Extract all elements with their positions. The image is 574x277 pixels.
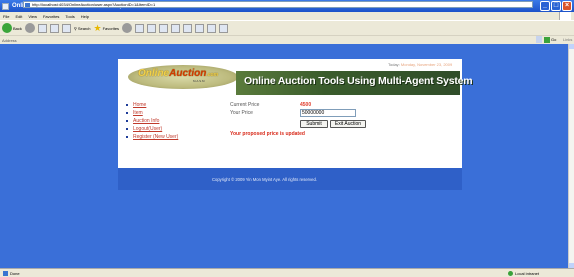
scroll-up-icon[interactable] [569, 44, 574, 49]
bullet-icon [126, 120, 128, 122]
nav-home-label: Home [133, 102, 147, 108]
page-header: Today: Monday, November 23, 2009 OnlineA… [118, 59, 473, 96]
minimize-button[interactable]: _ [540, 1, 550, 11]
ie-app-icon [2, 2, 9, 10]
address-url: http://localhost:4034/OnlineAuction/user… [32, 2, 156, 7]
edit-icon[interactable] [171, 23, 181, 33]
favorites-label: Favorites [102, 25, 120, 31]
menu-view[interactable]: View [28, 14, 37, 19]
logo-subtext: M.A.S.M [193, 79, 205, 83]
nav-item[interactable]: Item [126, 110, 143, 116]
exit-auction-button[interactable]: Exit Auction [330, 120, 366, 128]
status-zone-label: Local intranet [515, 271, 540, 276]
home-icon[interactable] [61, 23, 71, 33]
ie-page-icon [3, 271, 8, 276]
nav-logout-label: Logout(User) [133, 126, 163, 132]
back-button[interactable]: Back [2, 23, 22, 33]
history-icon[interactable] [135, 23, 145, 33]
today-label: Today: [388, 62, 400, 67]
print-icon[interactable] [159, 23, 169, 33]
messenger-icon[interactable] [207, 23, 217, 33]
tools-icon[interactable] [219, 23, 229, 33]
your-price-input[interactable] [300, 109, 356, 117]
go-arrow-icon [544, 36, 550, 43]
bullet-icon [126, 136, 128, 138]
nav-auction-info-label: Auction Info [133, 118, 160, 124]
menu-bar: File Edit View Favorites Tools Help [0, 12, 574, 20]
intranet-globe-icon [508, 271, 513, 276]
favorites-button[interactable]: ★ Favorites [93, 22, 120, 33]
logo-word-online: Online [138, 68, 170, 79]
site-banner: Online Auction Tools Using Multi-Agent S… [236, 71, 473, 95]
windows-flag-icon [559, 12, 571, 20]
media-icon[interactable] [122, 23, 133, 33]
bid-panel: Current Price 4500 Your Price Submit Exi… [210, 96, 462, 168]
go-button[interactable]: Go [544, 36, 562, 43]
today-date: Today: Monday, November 23, 2009 [388, 62, 452, 67]
menu-edit[interactable]: Edit [15, 14, 22, 19]
address-dropdown-icon[interactable] [536, 36, 542, 43]
page-viewport: Today: Monday, November 23, 2009 OnlineA… [0, 44, 574, 268]
status-bar: Done Local intranet [0, 268, 574, 277]
browser-toolbar: Back ⚲ Search ★ Favorites [0, 20, 574, 35]
address-label: Address [2, 37, 17, 43]
today-value: Monday, November 23, 2009 [400, 62, 453, 67]
banner-title: Online Auction Tools Using Multi-Agent S… [244, 75, 473, 87]
current-price-value: 4500 [300, 102, 312, 108]
copyright-text: Copyright © 2009 Yin Mon Myint Aye. All … [212, 177, 317, 182]
vertical-scrollbar[interactable] [568, 44, 574, 268]
your-price-label: Your Price [230, 110, 253, 116]
current-price-label: Current Price [230, 102, 260, 108]
window-controls: _ □ × [540, 1, 572, 11]
folder-icon[interactable] [183, 23, 193, 33]
address-input[interactable]: http://localhost:4034/OnlineAuction/user… [23, 1, 533, 8]
submit-button[interactable]: Submit [300, 120, 328, 128]
status-left: Done [3, 271, 20, 276]
nav-item-label: Item [133, 110, 143, 116]
nav-register-label: Register (New User) [133, 134, 179, 140]
maximize-button[interactable]: □ [551, 1, 561, 11]
favorites-star-icon: ★ [93, 22, 102, 33]
bullet-icon [126, 128, 128, 130]
search-button[interactable]: ⚲ Search [74, 26, 91, 31]
status-done: Done [10, 271, 20, 276]
status-message: Your proposed price is updated [230, 131, 305, 137]
nav-logout[interactable]: Logout(User) [126, 126, 162, 132]
word-icon[interactable] [195, 23, 205, 33]
page-icon [25, 3, 30, 7]
stop-icon[interactable] [37, 23, 47, 33]
nav-home[interactable]: Home [126, 102, 146, 108]
menu-favorites[interactable]: Favorites [43, 14, 59, 19]
refresh-icon[interactable] [49, 23, 59, 33]
forward-button[interactable] [24, 23, 35, 33]
bullet-icon [126, 104, 128, 106]
nav-auction-info[interactable]: Auction Info [126, 118, 159, 124]
search-label: Search [77, 25, 91, 31]
address-bar: Address [0, 35, 574, 44]
logo-word-auction: Auction [169, 68, 207, 79]
menu-tools[interactable]: Tools [65, 14, 74, 19]
back-label: Back [13, 25, 22, 31]
nav-register[interactable]: Register (New User) [126, 134, 178, 140]
left-navigation: Home Item Auction Info Logout(User) Regi… [118, 96, 210, 168]
logo-suffix: .com [206, 72, 219, 78]
search-icon: ⚲ [73, 25, 77, 31]
close-button[interactable]: × [562, 1, 572, 11]
go-label: Go [551, 37, 557, 42]
back-arrow-icon [2, 23, 12, 33]
logo-text: OnlineAuction.com [138, 68, 218, 79]
page-footer: Copyright © 2009 Yin Mon Myint Aye. All … [118, 168, 462, 190]
menu-help[interactable]: Help [81, 14, 89, 19]
bullet-icon [126, 112, 128, 114]
status-zone: Local intranet [508, 271, 539, 276]
links-label[interactable]: Links [563, 37, 572, 42]
mail-icon[interactable] [147, 23, 157, 33]
menu-file[interactable]: File [3, 14, 9, 19]
